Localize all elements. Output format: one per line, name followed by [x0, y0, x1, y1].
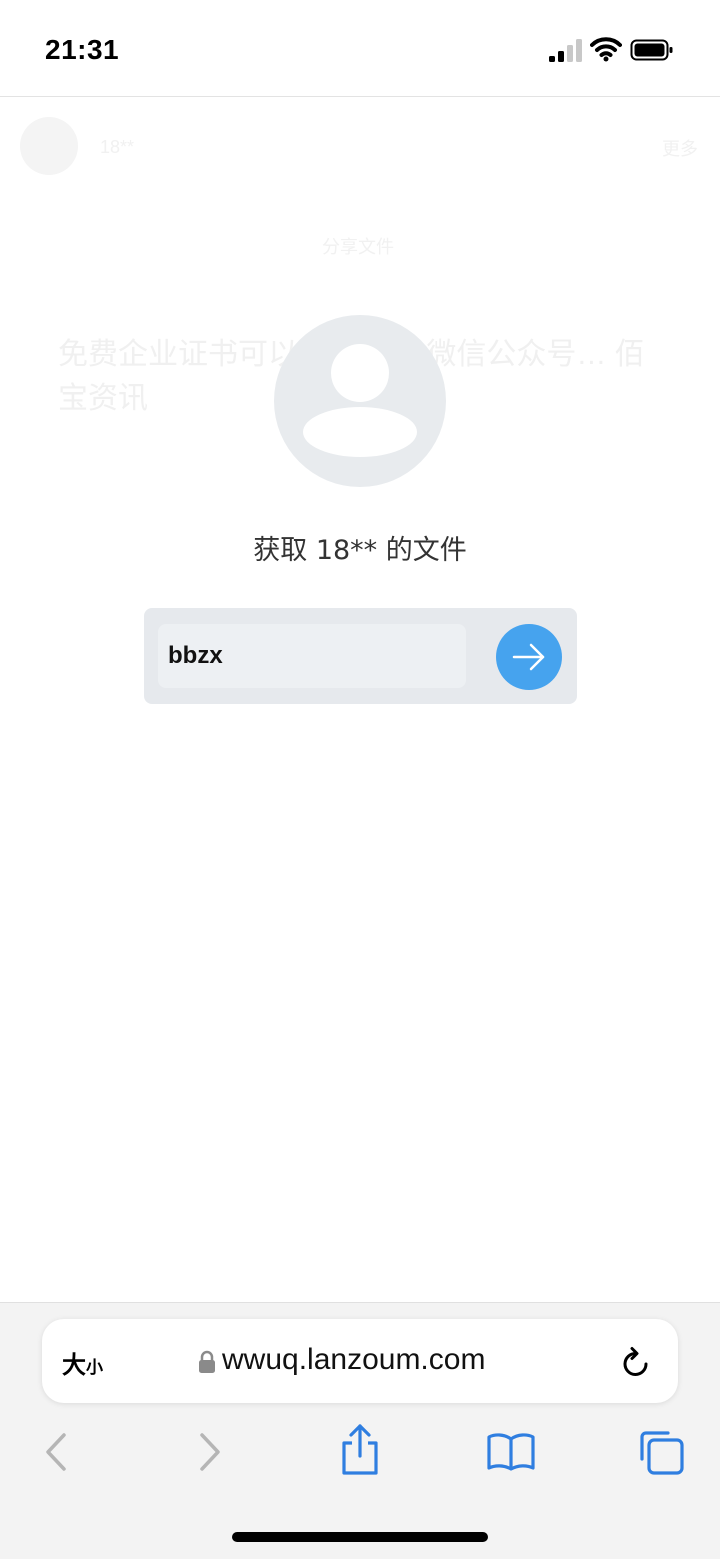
tabs-icon[interactable]	[636, 1427, 686, 1482]
address-bar[interactable]: 大小 wwuq.lanzoum.com	[42, 1319, 678, 1403]
bookmarks-icon[interactable]	[486, 1431, 536, 1478]
reload-icon[interactable]	[620, 1345, 652, 1384]
share-icon[interactable]	[338, 1423, 382, 1482]
status-bar: 21:31	[0, 0, 720, 97]
background-avatar	[20, 117, 78, 175]
wifi-icon	[590, 36, 622, 67]
background-label: 分享文件	[322, 237, 394, 257]
cellular-signal-icon	[549, 38, 583, 69]
lock-icon	[198, 1350, 216, 1379]
background-more-link: 更多	[662, 139, 698, 159]
user-avatar-icon	[274, 315, 446, 487]
text-size-small-label: 小	[86, 1358, 103, 1378]
forward-icon[interactable]	[194, 1431, 226, 1478]
text-size-big-label: 大	[62, 1351, 86, 1379]
back-icon[interactable]	[40, 1431, 72, 1478]
text-size-button[interactable]: 大小	[62, 1345, 103, 1379]
access-code-form	[144, 608, 577, 704]
dialog-title: 获取 18** 的文件	[253, 535, 467, 566]
browser-toolbar-area: 大小 wwuq.lanzoum.com	[0, 1302, 720, 1559]
status-time: 21:31	[45, 34, 120, 65]
access-code-input[interactable]	[158, 624, 466, 688]
battery-icon	[630, 37, 674, 68]
submit-button[interactable]	[496, 624, 562, 690]
url-text[interactable]: wwuq.lanzoum.com	[222, 1343, 485, 1377]
page: 21:31 18** 更多 分享文件 免费企业证书可以… 请关注微信公众号… 佰…	[0, 0, 720, 1559]
arrow-right-icon	[512, 643, 545, 671]
home-indicator[interactable]	[232, 1532, 488, 1542]
background-username: 18**	[100, 137, 135, 157]
